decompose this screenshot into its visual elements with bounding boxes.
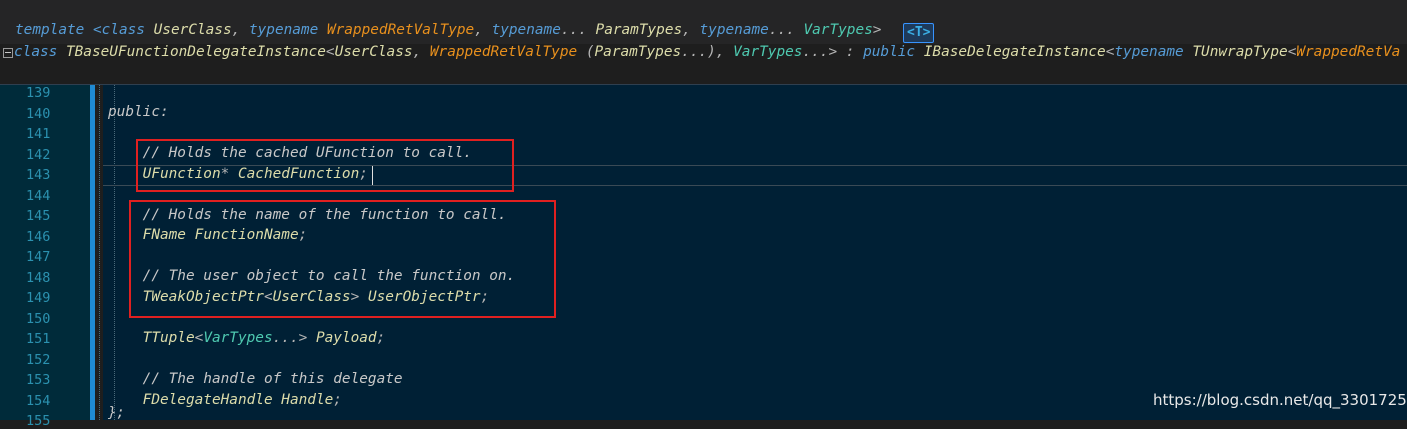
line-number: 143: [26, 167, 51, 183]
outline-guide: [99, 85, 100, 420]
change-tracking-bar: [90, 85, 95, 420]
indent-guide: [114, 85, 115, 420]
line-number: 141: [26, 126, 51, 142]
line-number: 148: [26, 270, 51, 286]
line-number: 142: [26, 147, 51, 163]
code-line-140: public:: [108, 104, 169, 120]
line-number: 140: [26, 106, 51, 122]
template-declaration-line: template <class UserClass, typename Wrap…: [15, 22, 882, 38]
line-number: 139: [26, 85, 51, 101]
line-number: 149: [26, 290, 51, 306]
class-declaration-line: class TBaseUFunctionDelegateInstance<Use…: [14, 44, 1401, 60]
line-number: 144: [26, 188, 51, 204]
line-number: 153: [26, 372, 51, 388]
line-number: 151: [26, 331, 51, 347]
line-number: 154: [26, 393, 51, 409]
line-number: 152: [26, 352, 51, 368]
template-parameters-badge[interactable]: <T>: [903, 23, 935, 43]
code-line-155: };: [108, 405, 125, 421]
watermark: https://blog.csdn.net/qq_33017259: [1153, 391, 1407, 409]
highlight-box-cached-function: [136, 139, 514, 192]
navigation-spacer: [0, 64, 1407, 84]
code-line-151: TTuple<VarTypes...> Payload;: [142, 330, 386, 346]
code-line-154: FDelegateHandle Handle;: [142, 392, 342, 408]
line-number: 147: [26, 249, 51, 265]
code-line-153: // The handle of this delegate: [108, 371, 403, 387]
line-number: 146: [26, 229, 51, 245]
highlight-box-function-name-user-object: [129, 200, 556, 318]
line-number: 150: [26, 311, 51, 327]
line-number: 145: [26, 208, 51, 224]
collapse-toggle-icon[interactable]: [3, 48, 13, 58]
line-number: 155: [26, 413, 51, 429]
